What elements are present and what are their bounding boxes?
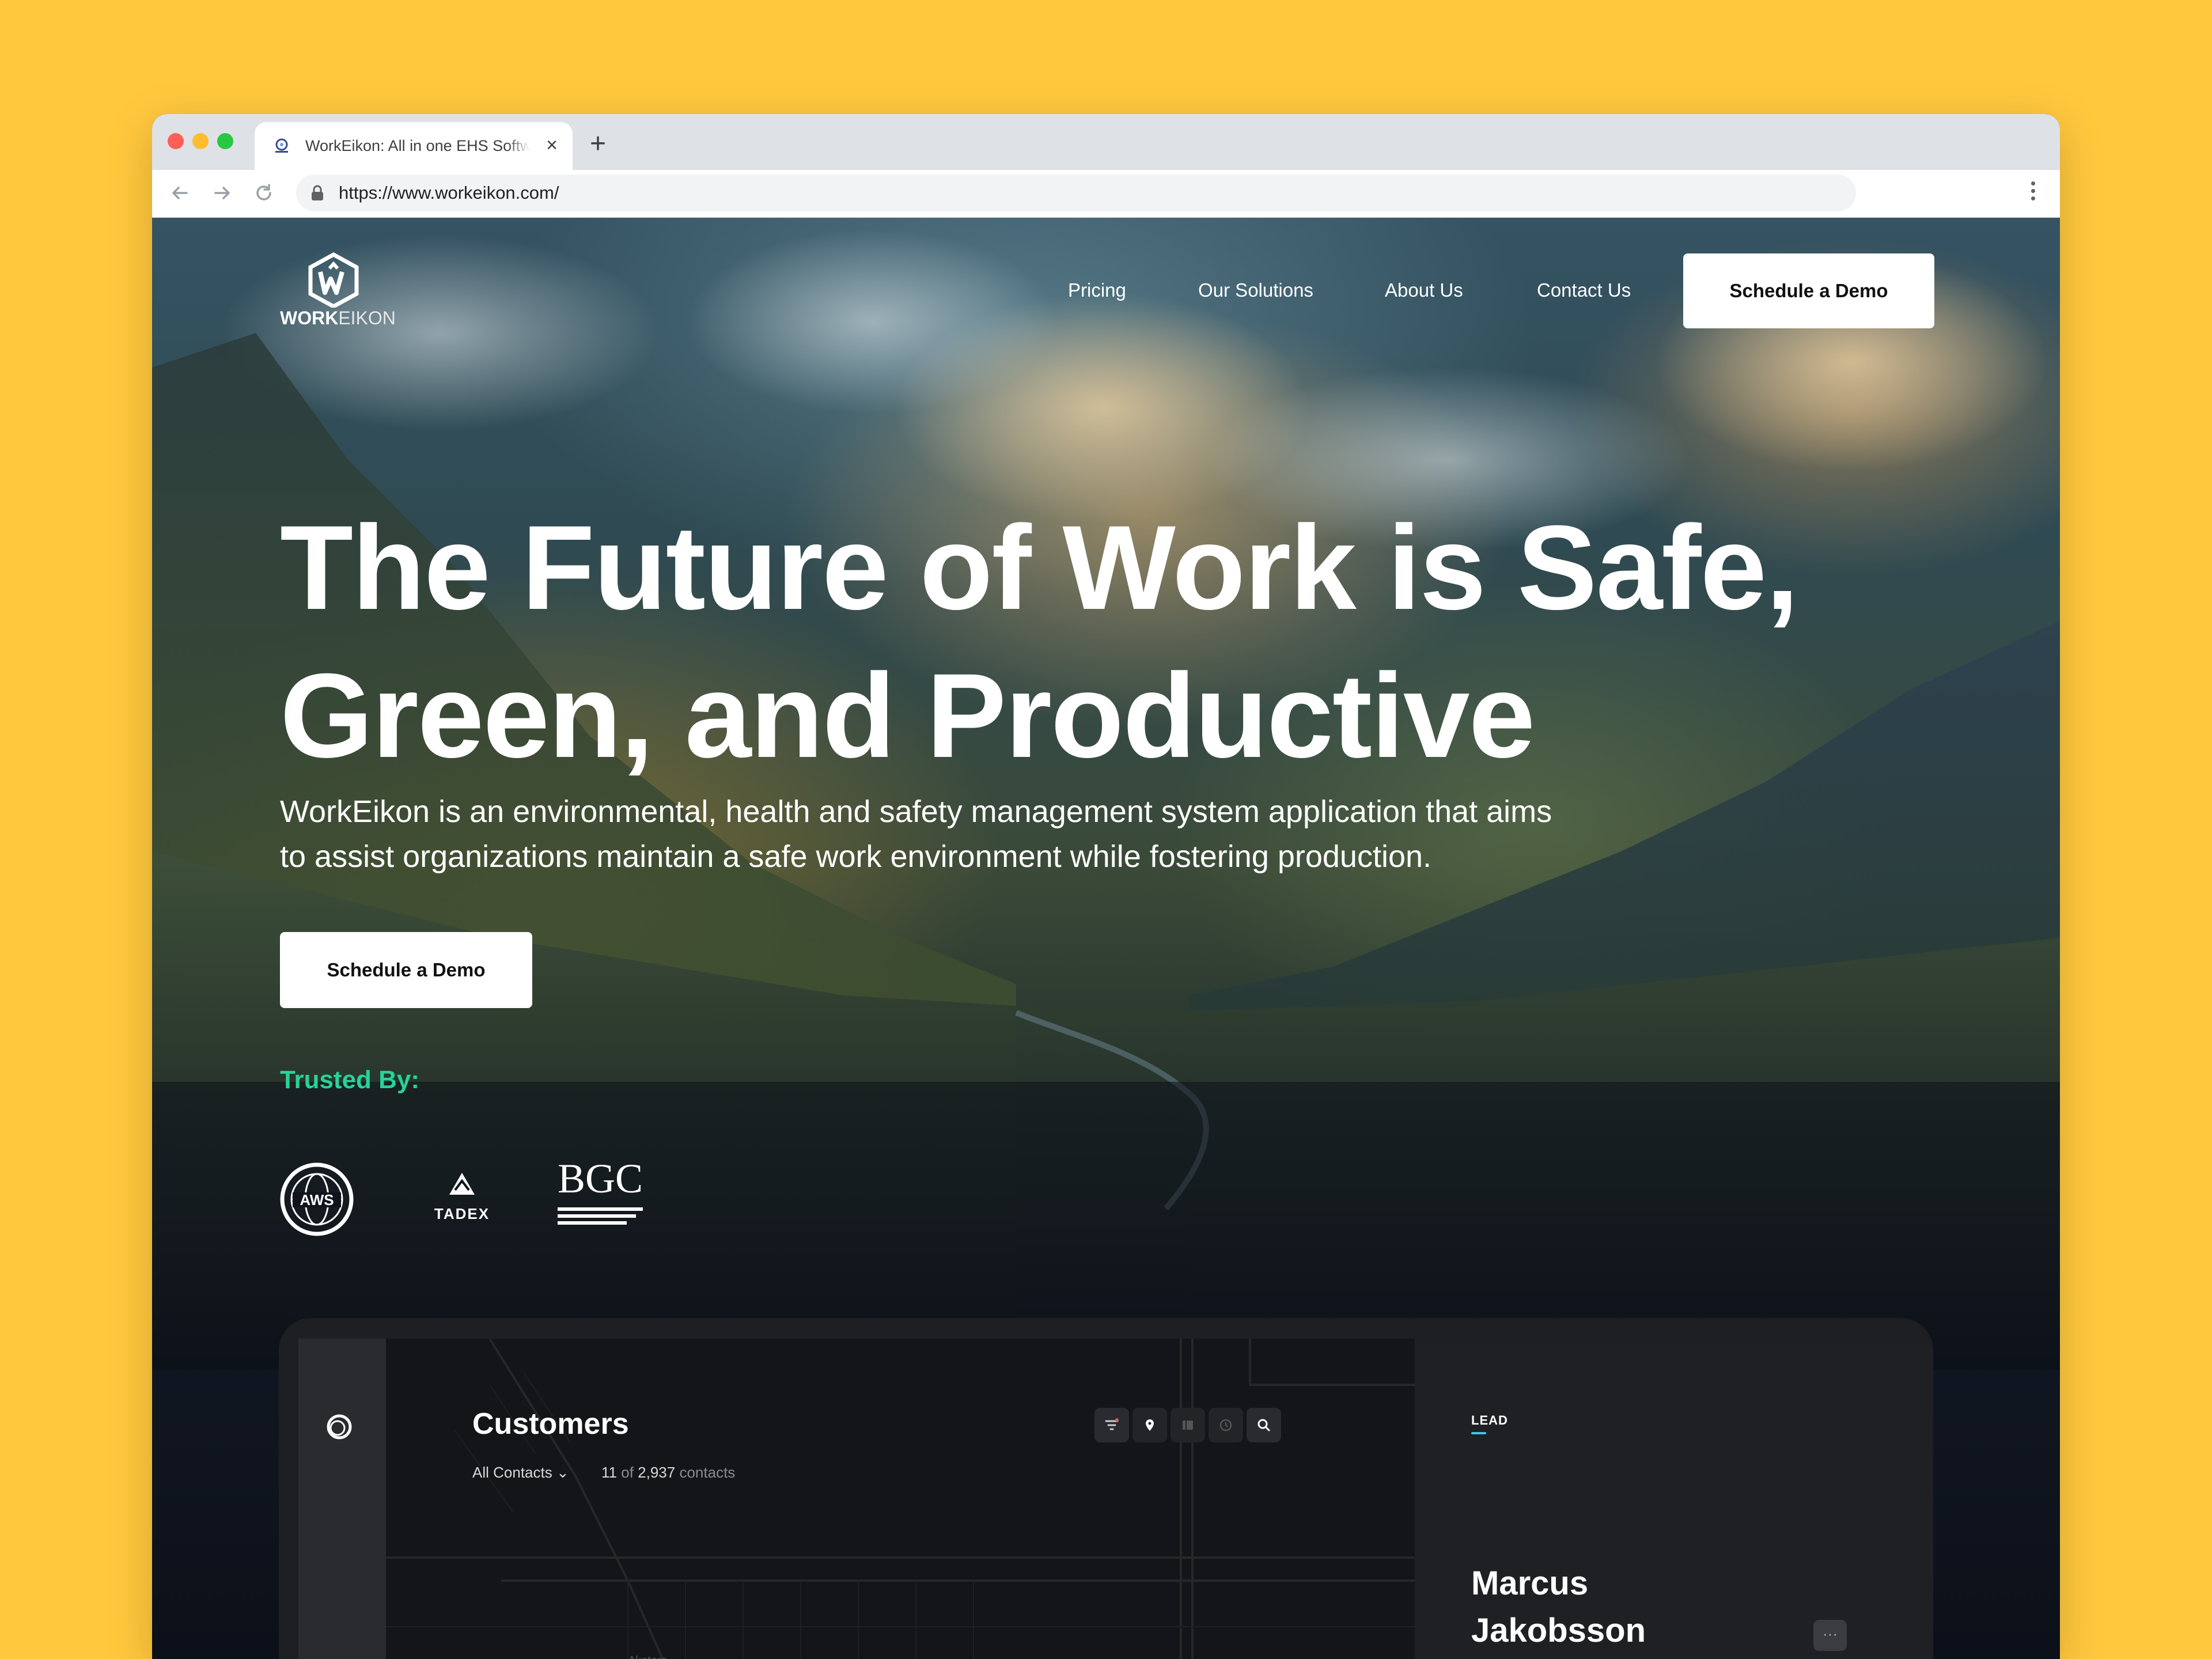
dashboard-preview: Akatora Customers All Contacts ⌄ 11 of 2… (279, 1318, 1933, 1659)
client-logo-aws: AWS (280, 1162, 354, 1236)
lead-name: Marcus Jakobsson (1471, 1565, 1646, 1649)
close-window-button[interactable] (168, 133, 184, 149)
maximize-window-button[interactable] (217, 133, 233, 149)
history-button[interactable] (1209, 1408, 1243, 1442)
back-arrow-icon[interactable] (167, 180, 192, 206)
minimize-window-button[interactable] (192, 133, 209, 149)
tab-title: WorkEikon: All in one EHS Software (305, 136, 530, 156)
close-tab-icon[interactable]: × (541, 135, 562, 156)
map-view-button[interactable] (1132, 1408, 1167, 1442)
contacts-count: 11 of 2,937 contacts (601, 1464, 736, 1481)
filter-button[interactable] (1094, 1408, 1129, 1442)
workeikon-logo[interactable]: WORKEIKON (280, 252, 396, 328)
customers-title: Customers (472, 1407, 629, 1441)
forward-arrow-icon[interactable] (210, 180, 235, 206)
more-options-button[interactable]: ··· (1813, 1620, 1847, 1651)
nav-schedule-demo-button[interactable]: Schedule a Demo (1683, 253, 1934, 328)
hero-subtitle: WorkEikon is an environmental, health an… (280, 794, 1552, 874)
map-background (386, 1339, 1415, 1659)
list-view-button[interactable] (1171, 1408, 1205, 1442)
nav-link-pricing[interactable]: Pricing (1068, 279, 1126, 302)
filter-icon (1105, 1418, 1119, 1430)
lock-icon (311, 185, 324, 201)
logo-mark-icon (308, 252, 359, 309)
browser-tab[interactable]: WorkEikon: All in one EHS Software × (255, 122, 573, 170)
client-logo-aws-text: AWS (300, 1191, 334, 1209)
lead-tab[interactable]: LEAD (1471, 1412, 1508, 1429)
browser-window: WorkEikon: All in one EHS Software × + h… (152, 114, 2060, 1659)
tab-strip: WorkEikon: All in one EHS Software × + (152, 114, 2060, 170)
all-contacts-dropdown[interactable]: All Contacts ⌄ (472, 1463, 569, 1482)
map-pin-icon (1146, 1419, 1154, 1431)
favicon-icon (272, 136, 291, 156)
app-logo-ring-icon (326, 1414, 353, 1440)
hero-title: The Future of Work is Safe, Green, and P… (280, 501, 1799, 783)
url-text: https://www.workeikon.com/ (339, 183, 559, 203)
reload-icon[interactable] (251, 180, 276, 206)
nav-link-about-us[interactable]: About Us (1385, 279, 1463, 302)
search-button[interactable] (1247, 1408, 1281, 1442)
client-logo-tadex-text: TADEX (434, 1205, 490, 1222)
search-icon (1257, 1419, 1270, 1431)
new-tab-icon[interactable]: + (585, 130, 611, 158)
client-logo-bgc-text: BGC (558, 1156, 643, 1202)
client-logo-bgc: BGC (555, 1154, 647, 1235)
trusted-by-label: Trusted By: (280, 1066, 420, 1094)
browser-menu-icon[interactable] (2030, 181, 2036, 204)
list-icon (1183, 1421, 1193, 1430)
client-logo-tadex: TADEX (422, 1161, 502, 1235)
page-viewport: WORKEIKON Pricing Our Solutions About Us… (152, 218, 2060, 1659)
logo-wordmark: WORKEIKON (280, 308, 396, 328)
customers-map-panel: Akatora Customers All Contacts ⌄ 11 of 2… (386, 1339, 1415, 1659)
address-bar[interactable]: https://www.workeikon.com/ (296, 175, 1856, 211)
lead-tab-indicator (1471, 1432, 1486, 1434)
nav-link-our-solutions[interactable]: Our Solutions (1198, 279, 1313, 302)
nav-link-contact-us[interactable]: Contact Us (1537, 279, 1631, 302)
lead-detail-panel: LEAD Marcus Jakobsson ··· (1415, 1339, 1933, 1659)
dashboard-sidebar (298, 1339, 386, 1659)
chevron-down-icon: ⌄ (556, 1464, 569, 1481)
clock-icon (1219, 1419, 1232, 1431)
browser-toolbar: https://www.workeikon.com/ (152, 170, 2060, 218)
map-place-label: Akatora (628, 1654, 668, 1659)
hero-schedule-demo-button[interactable]: Schedule a Demo (280, 932, 532, 1008)
